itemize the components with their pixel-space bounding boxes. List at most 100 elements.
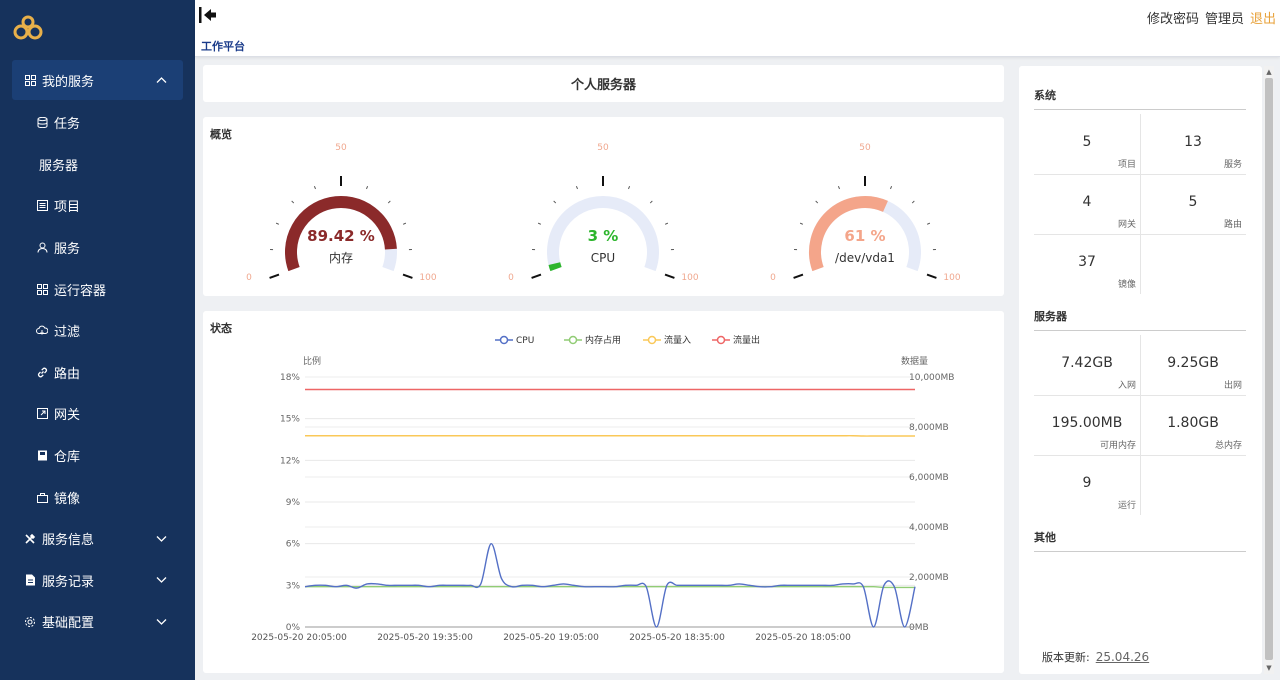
sidebar-item-label: 基础配置	[42, 616, 95, 632]
database-icon	[36, 117, 48, 129]
sidebar-item-13[interactable]: 基础配置	[0, 601, 195, 643]
gauge-mid-label: 50	[859, 143, 871, 153]
gauge-min-label: 0	[770, 273, 776, 283]
app-logo[interactable]	[0, 0, 195, 56]
bag-icon	[36, 491, 48, 503]
overview-label: 概览	[210, 128, 232, 141]
gauge-tick	[387, 200, 391, 204]
gauge-tick	[575, 185, 578, 190]
gauge-2: 0 50 100 61 % /dev/vda1	[770, 143, 961, 283]
legend-marker	[647, 335, 657, 345]
page-title: 个人服务器	[203, 65, 1004, 102]
gauge-mid-label: 50	[335, 143, 347, 153]
version-link[interactable]: 25.04.26	[1096, 650, 1149, 664]
gauge-max-label: 100	[943, 273, 960, 283]
system-stat: 5 项目	[1034, 114, 1140, 174]
scroll-up-icon[interactable]: ▲	[1265, 68, 1273, 76]
stat-divider	[1034, 234, 1246, 235]
gear-icon	[24, 616, 36, 628]
sidebar-item-label: 运行容器	[54, 283, 107, 299]
sidebar-item-label: 服务	[54, 242, 81, 258]
main-content: 个人服务器 概览 0 50 100 89.42 % 内存 0 50 100 3 % CPU 0 50 1…	[195, 57, 1020, 680]
chevron-down-icon	[156, 614, 167, 629]
server-stat-label: 总内存	[1214, 441, 1242, 451]
gauge-min-label: 0	[246, 273, 252, 283]
legend-label: 流量入	[664, 334, 691, 346]
export-icon	[36, 408, 48, 420]
admin-user-link[interactable]: 管理员	[1205, 8, 1244, 27]
scrollbar-thumb[interactable]	[1265, 78, 1273, 660]
sidebar-item-3[interactable]: 项目	[0, 185, 195, 227]
user-icon	[36, 242, 48, 254]
logout-link[interactable]: 退出	[1250, 8, 1276, 27]
gauge-min-label: 0	[508, 273, 514, 283]
gauge-0: 0 50 100 89.42 % 内存	[246, 143, 437, 283]
breadcrumb[interactable]: 工作平台	[201, 38, 245, 54]
sidebar-item-0[interactable]: 我的服务	[12, 60, 183, 100]
y-right-tick-label: 6,000MB	[909, 473, 949, 483]
server-stat-value: 9	[1082, 475, 1092, 491]
gauge-tick	[291, 200, 295, 204]
version-info: 版本更新: 25.04.26	[1042, 649, 1149, 665]
server-stat-value: 9.25GB	[1167, 355, 1219, 371]
x-tick-label: 2025-05-20 18:05:00	[755, 633, 851, 643]
sidebar-item-7[interactable]: 路由	[0, 352, 195, 394]
server-stat: 9.25GB 出网	[1140, 335, 1246, 395]
status-line-chart[interactable]: 18% 15% 12% 9% 6% 3% 0% 10,000MB 8,000MB 6,000MB 4…	[203, 311, 1004, 673]
x-tick-label: 2025-05-20 19:05:00	[503, 633, 599, 643]
gauge-max-label: 100	[419, 273, 436, 283]
sidebar-item-11[interactable]: 服务信息	[0, 518, 195, 560]
stat-divider	[1034, 395, 1246, 396]
gauge-value-arc	[548, 262, 562, 272]
sidebar-item-6[interactable]: 过滤	[0, 310, 195, 352]
server-stat: 1.80GB 总内存	[1140, 395, 1246, 455]
sidebar-item-label: 过滤	[54, 325, 81, 341]
sidebar-item-12[interactable]: 服务记录	[0, 560, 195, 602]
gauge-max-label: 100	[681, 273, 698, 283]
system-stat: 13 服务	[1140, 114, 1246, 174]
stat-divider	[1034, 455, 1246, 456]
sidebar: 我的服务 任务 服务器 项目服务运行容器过滤路由网关仓库镜像服务信息 服务记录基础配置	[0, 0, 195, 680]
legend-item[interactable]: 流量出	[712, 334, 760, 346]
gauge-tick	[664, 222, 669, 225]
gauge-value-text: 3 %	[588, 227, 619, 245]
system-stat-label: 网关	[1117, 220, 1136, 230]
sidebar-item-label: 镜像	[54, 491, 81, 507]
system-stat-value: 5	[1082, 134, 1092, 150]
gauge-1: 0 50 100 3 % CPU	[508, 143, 699, 283]
sidebar-item-5[interactable]: 运行容器	[0, 268, 195, 310]
legend-item[interactable]: 内存占用	[564, 334, 621, 346]
sidebar-item-8[interactable]: 网关	[0, 393, 195, 435]
gauge-tick	[537, 222, 542, 225]
sidebar-item-label: 仓库	[54, 450, 81, 466]
y-left-tick-label: 12%	[280, 456, 300, 466]
right-scrollbar[interactable]: ▲ ▼	[1264, 66, 1274, 674]
gauge-tick	[664, 273, 675, 279]
change-password-link[interactable]: 修改密码	[1147, 8, 1199, 27]
server-stat-label: 入网	[1117, 381, 1136, 391]
list-icon	[36, 200, 48, 212]
legend-item[interactable]: 流量入	[643, 334, 691, 346]
gauge-tick	[815, 200, 819, 204]
sidebar-item-10[interactable]: 镜像	[0, 476, 195, 518]
y-left-tick-label: 3%	[286, 581, 301, 591]
collapse-sidebar-button[interactable]	[198, 6, 218, 24]
stat-divider	[1140, 335, 1141, 515]
scroll-down-icon[interactable]: ▼	[1265, 664, 1273, 672]
status-card: 状态 18% 15% 12% 9% 6% 3% 0% 10,000MB 8,000MB 6,000…	[203, 311, 1004, 673]
sidebar-item-1[interactable]: 任务	[0, 102, 195, 144]
gauge-tick	[837, 185, 840, 190]
sidebar-item-9[interactable]: 仓库	[0, 435, 195, 477]
sidebar-item-label: 路由	[54, 366, 81, 382]
sidebar-item-4[interactable]: 服务	[0, 227, 195, 269]
server-stat-value: 1.80GB	[1167, 415, 1219, 431]
sidebar-item-2[interactable]: 服务器	[0, 144, 195, 186]
y-left-tick-label: 0%	[286, 623, 301, 633]
server-stat-value: 7.42GB	[1061, 355, 1113, 371]
legend-item[interactable]: CPU	[495, 335, 534, 346]
chevron-down-icon	[156, 531, 167, 546]
gauge-value-text: 61 %	[844, 227, 885, 245]
x-tick-label: 2025-05-20 18:35:00	[629, 633, 725, 643]
system-stat-label: 项目	[1117, 160, 1136, 170]
gauge-tick	[553, 200, 557, 204]
